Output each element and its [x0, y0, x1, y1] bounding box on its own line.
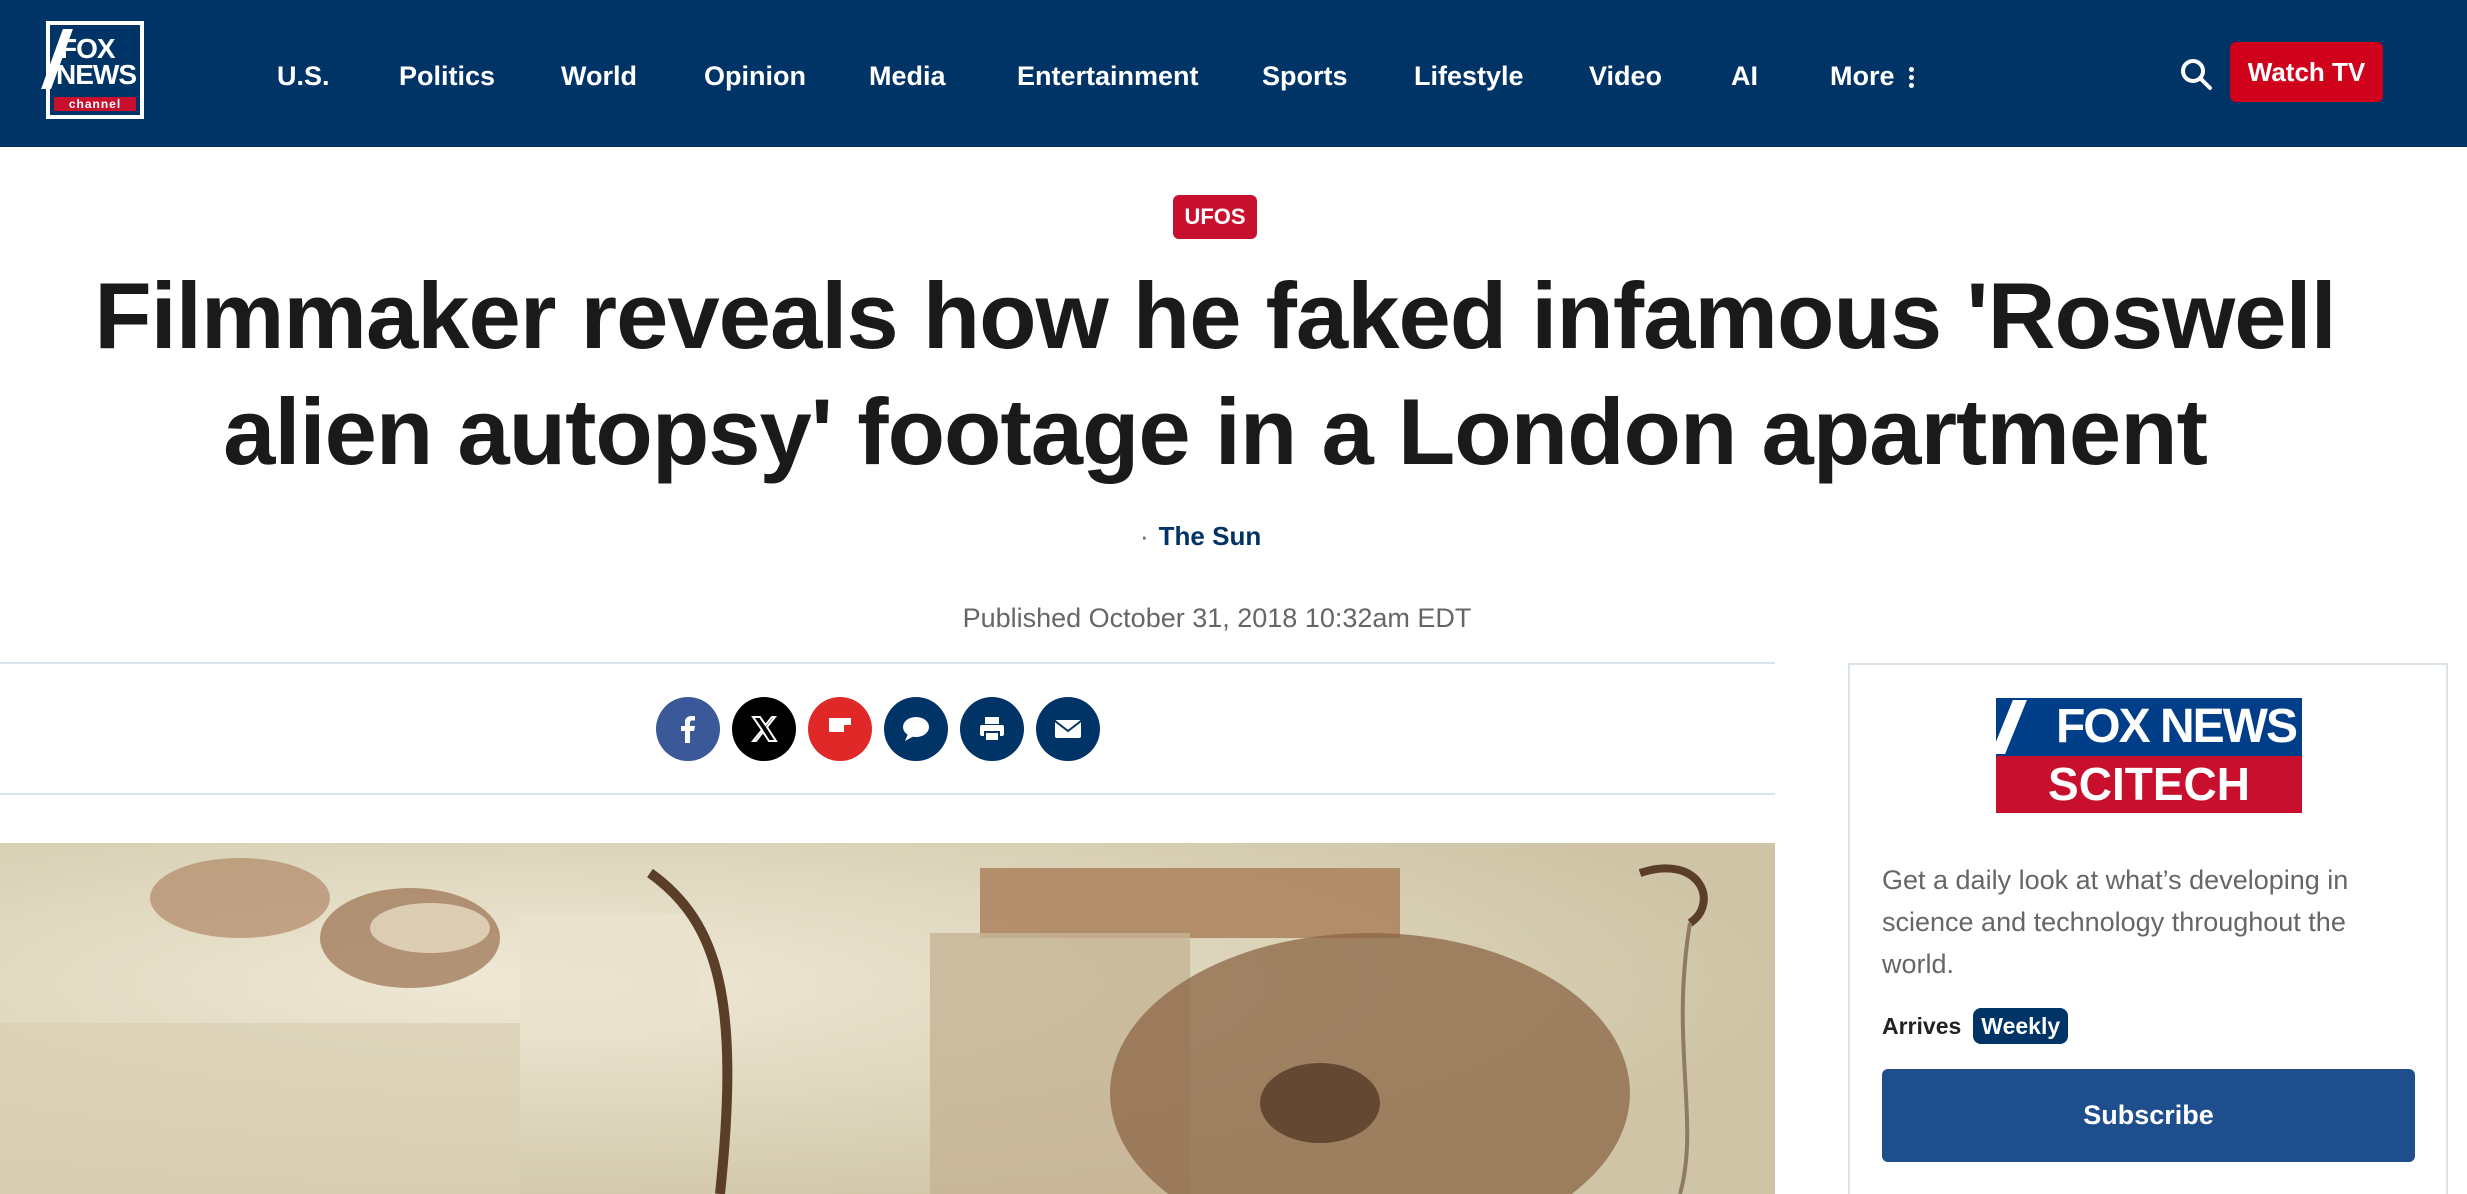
- arrives-label: Arrives: [1882, 1013, 1962, 1039]
- alien-autopsy-photo: [0, 843, 1775, 1194]
- nav-item-ai[interactable]: AI: [1731, 56, 1758, 96]
- share-bar: [0, 662, 1775, 795]
- comments-icon[interactable]: [884, 697, 948, 761]
- print-icon[interactable]: [960, 697, 1024, 761]
- email-icon[interactable]: [1036, 697, 1100, 761]
- more-vertical-icon: [1908, 64, 1914, 91]
- logo-news-text: NEWS: [56, 59, 137, 90]
- newsletter-frequency: Arrives Weekly: [1882, 1008, 2069, 1044]
- nav-item-lifestyle[interactable]: Lifestyle: [1414, 56, 1524, 96]
- watch-tv-button[interactable]: Watch TV: [2230, 42, 2383, 102]
- fox-news-logo[interactable]: FOX NEWS channel: [41, 21, 144, 119]
- nl-logo-top-text: FOX NEWS: [1996, 698, 2302, 756]
- nav-item-us[interactable]: U.S.: [277, 56, 330, 96]
- newsletter-description: Get a daily look at what’s developing in…: [1882, 865, 2349, 979]
- nav-item-politics[interactable]: Politics: [399, 56, 495, 96]
- logo-channel-text: channel: [54, 97, 136, 111]
- x-icon[interactable]: [732, 697, 796, 761]
- nav-item-opinion[interactable]: Opinion: [704, 56, 806, 96]
- article-headline: Filmmaker reveals how he faked infamous …: [94, 263, 2337, 484]
- nav-item-media[interactable]: Media: [869, 56, 946, 96]
- nav-item-video[interactable]: Video: [1589, 56, 1662, 96]
- article-hero-image[interactable]: [0, 843, 1775, 1194]
- search-icon[interactable]: [2178, 56, 2214, 92]
- nav-item-entertainment[interactable]: Entertainment: [1017, 56, 1199, 96]
- published-date: Published October 31, 2018 10:32am EDT: [962, 603, 1472, 633]
- nav-item-world[interactable]: World: [561, 56, 637, 96]
- frequency-badge: Weekly: [1973, 1008, 2069, 1044]
- subscribe-button[interactable]: Subscribe: [1882, 1069, 2415, 1162]
- facebook-icon[interactable]: [656, 697, 720, 761]
- top-nav-bar: FOX NEWS channel U.S. Politics World Opi…: [0, 0, 2467, 147]
- nav-more-label: More: [1830, 61, 1895, 91]
- nl-logo-bottom-text: SCITECH: [1996, 756, 2302, 813]
- flipboard-icon[interactable]: [808, 697, 872, 761]
- byline: · The Sun: [1140, 518, 1261, 554]
- byline-source-link[interactable]: The Sun: [1159, 521, 1262, 551]
- byline-dot: ·: [1140, 521, 1149, 551]
- nav-item-sports[interactable]: Sports: [1262, 56, 1348, 96]
- nav-item-more[interactable]: More: [1830, 56, 1914, 96]
- newsletter-signup-card: FOX NEWS SCITECH Get a daily look at wha…: [1848, 663, 2448, 1194]
- fox-news-scitech-logo: FOX NEWS SCITECH: [1991, 698, 2302, 813]
- logo-background: FOX NEWS channel: [41, 25, 140, 115]
- category-tag[interactable]: UFOS: [1173, 195, 1257, 239]
